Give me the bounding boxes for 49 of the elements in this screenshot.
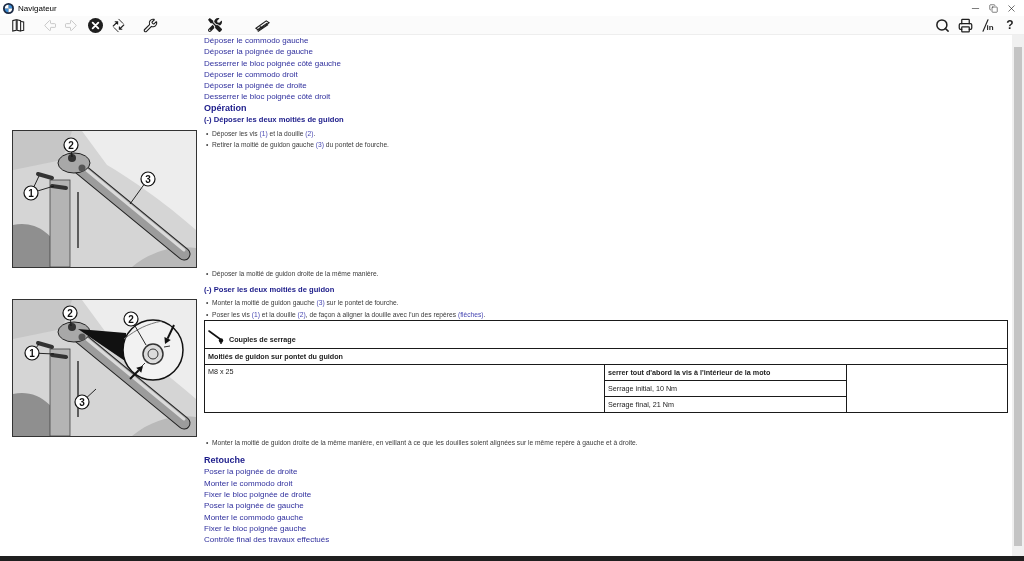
leader-line bbox=[38, 353, 55, 355]
callout-label: 1 bbox=[23, 185, 39, 201]
procedure-link[interactable]: Desserrer le bloc poignée côté gauche bbox=[204, 57, 341, 69]
window-title: Navigateur bbox=[18, 3, 58, 13]
callout-label: 2 bbox=[62, 305, 78, 322]
tools-icon bbox=[208, 18, 222, 32]
leader-line bbox=[134, 325, 147, 346]
printer-icon bbox=[957, 17, 973, 33]
callout-label: 3 bbox=[74, 394, 90, 411]
scrollbar-thumb[interactable] bbox=[1014, 47, 1022, 546]
cancel-button[interactable] bbox=[85, 16, 105, 34]
section-heading: Retouche bbox=[204, 454, 245, 467]
units-button[interactable]: in bbox=[978, 16, 998, 34]
procedure-link[interactable]: Monter le commodo droit bbox=[204, 477, 293, 489]
procedure-link[interactable]: Monter le commodo gauche bbox=[204, 511, 304, 523]
procedure-link[interactable]: Poser la poignée de droite bbox=[204, 466, 298, 478]
callout-label: 2 bbox=[63, 137, 79, 153]
help-button[interactable]: ? bbox=[1000, 16, 1020, 34]
procedure-link[interactable]: Déposer la poignée de gauche bbox=[204, 46, 313, 58]
arrow-right-icon bbox=[62, 17, 78, 33]
leader-line bbox=[35, 344, 40, 349]
callout-label: 1 bbox=[24, 345, 40, 362]
leader-line bbox=[86, 389, 97, 399]
procedure-link[interactable]: Déposer le commodo droit bbox=[204, 68, 298, 81]
close-icon bbox=[1005, 2, 1017, 14]
restore-icon bbox=[988, 3, 998, 13]
leader-line bbox=[129, 184, 145, 205]
search-icon bbox=[934, 17, 950, 33]
wrench-icon bbox=[142, 17, 158, 33]
arrow-left-icon bbox=[42, 17, 58, 33]
leader-line bbox=[70, 320, 72, 327]
procedure-link[interactable]: Contrôle final des travaux effectués bbox=[204, 534, 330, 546]
tools-button[interactable] bbox=[205, 16, 225, 34]
procedure-link[interactable]: Déposer la poignée de droite bbox=[204, 80, 307, 92]
map-icon bbox=[11, 18, 25, 32]
procedure-link[interactable]: Desserrer le bloc poignée côté droit bbox=[204, 91, 331, 103]
procedure-link[interactable]: Fixer le bloc poignée gauche bbox=[204, 522, 307, 535]
callout-label: 3 bbox=[140, 171, 156, 187]
pointer-arrow bbox=[164, 324, 175, 345]
torque-wrench-icon bbox=[208, 330, 224, 345]
pointer-arrow bbox=[129, 366, 143, 381]
ruler-icon bbox=[253, 17, 271, 33]
section-heading: Opération bbox=[204, 102, 247, 115]
swap-arrows-icon bbox=[110, 17, 126, 33]
leader-line bbox=[71, 151, 73, 158]
procedure-link[interactable]: Déposer le commodo gauche bbox=[204, 35, 309, 47]
procedure-link[interactable]: Fixer le bloc poignée de droite bbox=[204, 488, 312, 501]
procedure-link[interactable]: Poser la poignée de gauche bbox=[204, 500, 304, 512]
callout-label: 2 bbox=[123, 311, 139, 328]
